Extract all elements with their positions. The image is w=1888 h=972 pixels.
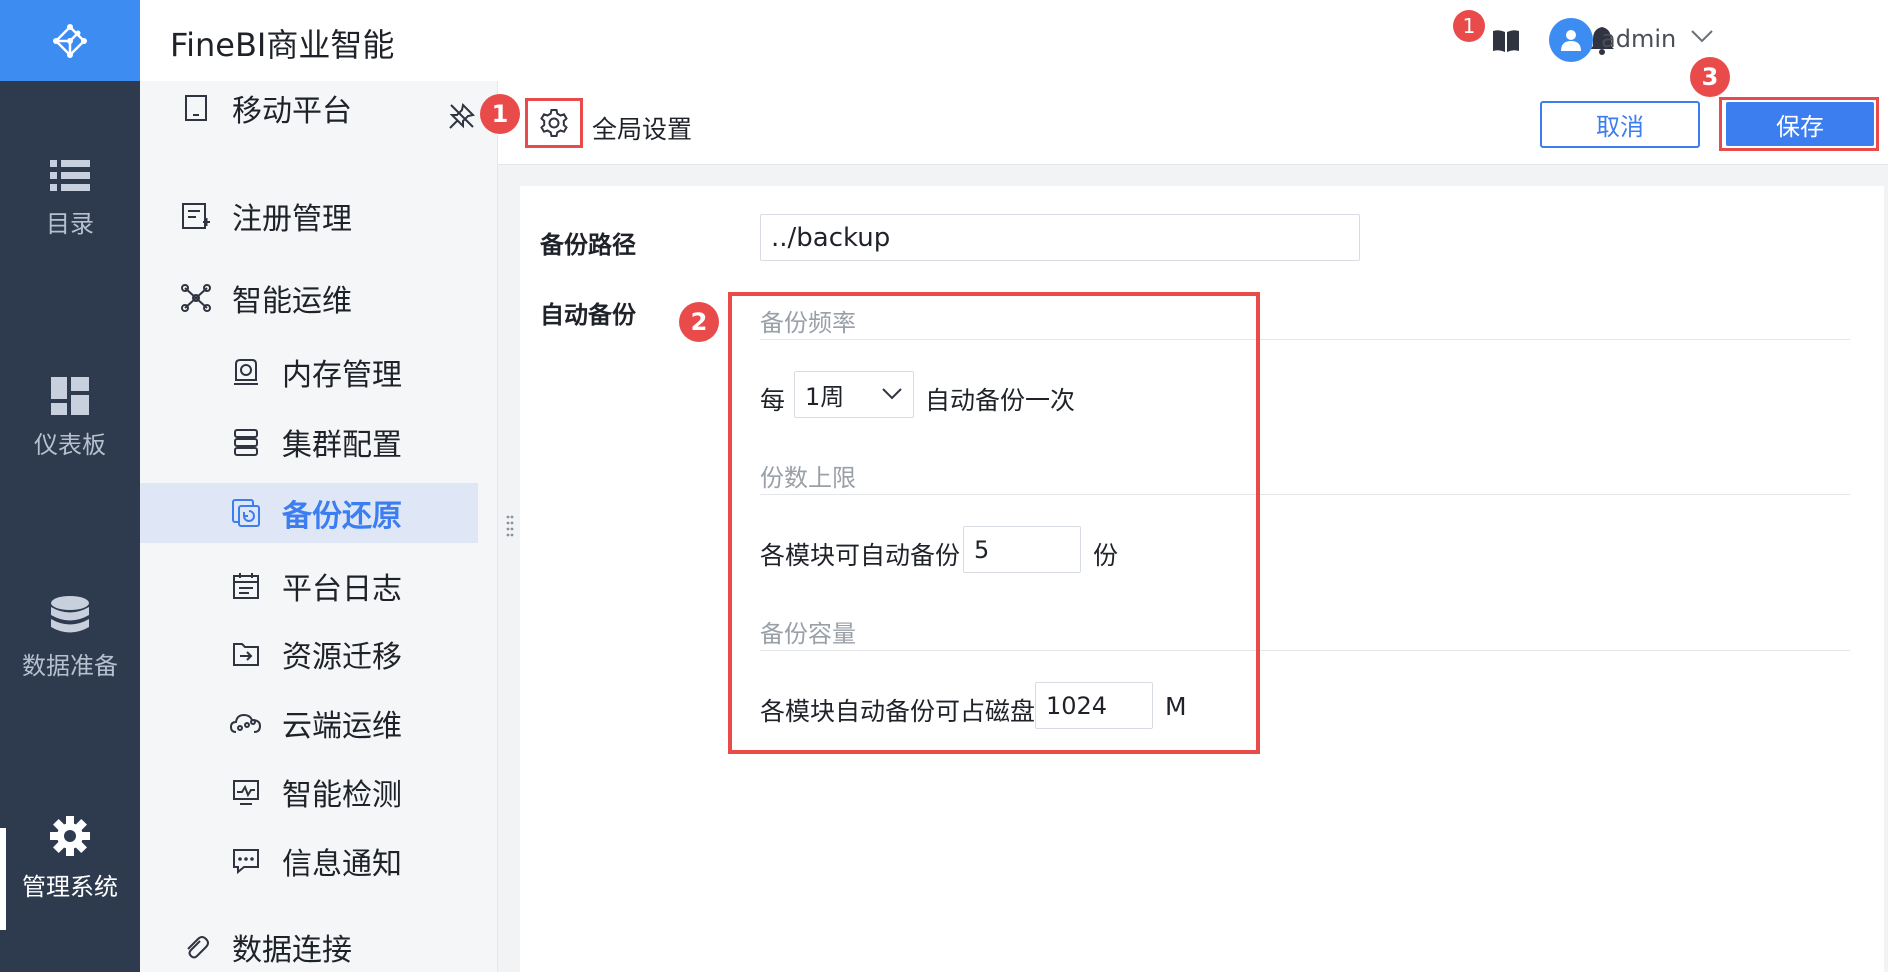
page-title: 全局设置 xyxy=(592,115,693,144)
unpin-icon[interactable] xyxy=(448,102,476,130)
list-icon xyxy=(50,160,90,191)
gear-icon xyxy=(50,816,90,856)
save-button[interactable]: 保存 xyxy=(1726,102,1874,146)
subnav-item-data-connection[interactable]: 数据连接 xyxy=(180,917,480,972)
monitor-icon xyxy=(230,776,262,808)
subnav-item-register[interactable]: 注册管理 xyxy=(180,186,480,246)
log-icon xyxy=(230,570,262,602)
subnav-item-label: 注册管理 xyxy=(232,202,352,237)
subnav-item-label: 平台日志 xyxy=(282,572,402,607)
cluster-icon xyxy=(230,426,262,458)
memory-icon xyxy=(230,356,262,388)
subnav-item-label: 资源迁移 xyxy=(282,640,402,675)
main-rail: 目录 仪表板 数据准备 管理系统 xyxy=(0,0,140,972)
subnav-item-memory[interactable]: 内存管理 xyxy=(230,342,480,402)
rail-item-label: 数据准备 xyxy=(22,652,118,680)
backup-path-input[interactable] xyxy=(760,214,1360,261)
app-logo[interactable] xyxy=(0,0,140,81)
global-settings-gear[interactable] xyxy=(525,98,583,148)
subnav-item-label: 云端运维 xyxy=(282,709,402,744)
register-icon xyxy=(180,200,212,232)
database-icon xyxy=(51,596,89,633)
rail-item-label: 仪表板 xyxy=(34,431,106,459)
mobile-icon xyxy=(180,92,212,124)
avatar[interactable] xyxy=(1549,18,1593,62)
subnav-item-label: 智能运维 xyxy=(232,284,352,319)
logo-icon xyxy=(53,23,87,58)
rail-item-dashboard[interactable]: 仪表板 xyxy=(0,377,140,460)
subnav-item-cloud[interactable]: 云端运维 xyxy=(230,693,480,753)
subnav-item-label: 移动平台 xyxy=(232,94,352,129)
subnav-item-notify[interactable]: 信息通知 xyxy=(230,831,480,891)
backup-path-label: 备份路径 xyxy=(540,231,636,259)
subnav-item-label: 数据连接 xyxy=(232,933,352,968)
subnav-item-label: 智能检测 xyxy=(282,778,402,813)
subnav-item-label: 集群配置 xyxy=(282,428,402,463)
subnav-item-migrate[interactable]: 资源迁移 xyxy=(230,624,480,684)
chevron-down-icon[interactable] xyxy=(1690,28,1714,44)
migrate-icon xyxy=(230,638,262,670)
app-title: FineBI商业智能 xyxy=(170,26,395,64)
rail-item-admin[interactable]: 管理系统 xyxy=(0,815,140,902)
cloud-icon xyxy=(230,707,262,739)
network-icon xyxy=(180,282,212,314)
rail-item-data-prep[interactable]: 数据准备 xyxy=(0,596,140,681)
annotation-marker-1: 1 xyxy=(480,94,520,134)
subnav-item-mobile[interactable]: 移动平台 xyxy=(180,81,480,138)
user-name[interactable]: admin xyxy=(1601,25,1676,53)
subnav-item-ops[interactable]: 智能运维 xyxy=(180,268,480,328)
subnav-item-label: 内存管理 xyxy=(282,358,402,393)
admin-subnav: 移动平台 注册管理 智能运维 内存管理 集群配置 备份还原 平台日志 资源迁移 … xyxy=(140,81,498,972)
user-icon xyxy=(1561,30,1581,51)
subnav-item-label: 备份还原 xyxy=(282,499,402,534)
rail-item-label: 管理系统 xyxy=(22,873,118,901)
cancel-button[interactable]: 取消 xyxy=(1540,101,1700,148)
message-icon xyxy=(230,845,262,877)
dashboard-icon xyxy=(51,377,89,415)
subnav-item-logs[interactable]: 平台日志 xyxy=(230,556,480,616)
notification-badge: 1 xyxy=(1453,10,1485,42)
subnav-item-cluster[interactable]: 集群配置 xyxy=(230,412,480,472)
settings-icon xyxy=(540,109,568,137)
rail-item-label: 目录 xyxy=(46,210,94,238)
subnav-item-detection[interactable]: 智能检测 xyxy=(230,762,480,822)
auto-backup-annotation-box xyxy=(728,292,1260,754)
drag-handle-icon[interactable] xyxy=(506,515,514,541)
subnav-item-label: 信息通知 xyxy=(282,847,402,882)
link-icon xyxy=(180,931,212,963)
backup-icon xyxy=(230,497,262,529)
rail-item-catalog[interactable]: 目录 xyxy=(0,158,140,239)
auto-backup-label: 自动备份 xyxy=(540,301,636,329)
subnav-item-backup[interactable]: 备份还原 xyxy=(140,483,478,543)
book-icon[interactable] xyxy=(1491,28,1521,54)
annotation-marker-2: 2 xyxy=(679,302,719,342)
annotation-marker-3: 3 xyxy=(1690,57,1730,97)
